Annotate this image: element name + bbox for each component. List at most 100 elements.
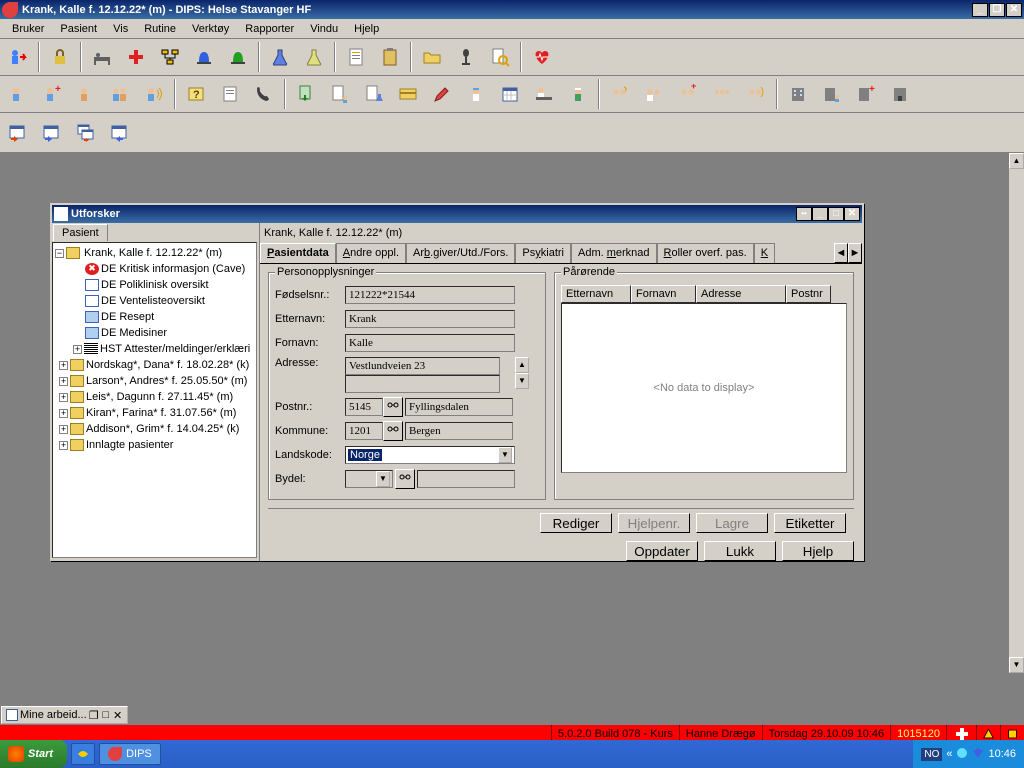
col-fornavn[interactable]: Fornavn: [631, 285, 696, 303]
tree-item[interactable]: DE Kritisk informasjon (Cave): [101, 263, 245, 275]
lukk-button[interactable]: Lukk: [704, 541, 776, 561]
field-kommune[interactable]: [405, 422, 513, 440]
tool-search-doc-icon[interactable]: [484, 41, 516, 73]
tool-patient-sound-icon[interactable]: [138, 78, 170, 110]
chevron-down-icon[interactable]: ▼: [498, 447, 512, 463]
tool-building-2-icon[interactable]: [884, 78, 916, 110]
field-bydel[interactable]: [417, 470, 515, 488]
tool-patient-add-icon[interactable]: +: [36, 78, 68, 110]
scroll-up-icon[interactable]: ▲: [1009, 153, 1024, 169]
tree-item[interactable]: DE Resept: [101, 311, 154, 323]
tool-patient-group-icon[interactable]: [104, 78, 136, 110]
field-landskode[interactable]: Norge▼: [345, 446, 515, 464]
tool-group-talk-1-icon[interactable]: [604, 78, 636, 110]
min-max-icon[interactable]: □: [101, 709, 111, 721]
tree-item[interactable]: DE Ventelisteoversikt: [101, 295, 205, 307]
field-fornavn[interactable]: [345, 334, 515, 352]
rediger-button[interactable]: Rediger: [540, 513, 612, 533]
field-poststed[interactable]: [405, 398, 513, 416]
close-button[interactable]: ✕: [1006, 3, 1022, 17]
explorer-maximize-button[interactable]: □: [828, 207, 844, 221]
menu-pasient[interactable]: Pasient: [52, 21, 105, 37]
minimized-window[interactable]: Mine arbeid... ❐ □ ✕: [1, 706, 128, 724]
col-postnr[interactable]: Postnr: [786, 285, 831, 303]
tool-pen-icon[interactable]: [426, 78, 458, 110]
tool-form-flask-icon[interactable]: [358, 78, 390, 110]
tool-nurse-bed-icon[interactable]: [528, 78, 560, 110]
tool-card-icon[interactable]: [392, 78, 424, 110]
taskbar-app-dips[interactable]: DIPS: [99, 743, 161, 765]
tab-andre-oppl[interactable]: Andre oppl.: [336, 243, 406, 263]
workspace-scrollbar[interactable]: ▲ ▼: [1008, 153, 1024, 673]
tabs-scroll-left[interactable]: ◄: [834, 243, 848, 263]
tree-item[interactable]: DE Poliklinisk oversikt: [101, 279, 209, 291]
menu-bruker[interactable]: Bruker: [4, 21, 52, 37]
minimize-button[interactable]: _: [972, 3, 988, 17]
tab-psykiatri[interactable]: Psykiatri: [515, 243, 571, 263]
tool-windows-cascade-icon[interactable]: [70, 117, 102, 149]
scroll-down-icon[interactable]: ▼: [1009, 657, 1024, 673]
tool-phone-icon[interactable]: [248, 78, 280, 110]
menu-verktoy[interactable]: Verktøy: [184, 21, 237, 37]
tray-icon-1[interactable]: «: [946, 748, 952, 760]
menu-hjelp[interactable]: Hjelp: [346, 21, 387, 37]
menu-rapporter[interactable]: Rapporter: [237, 21, 302, 37]
menu-vindu[interactable]: Vindu: [302, 21, 346, 37]
lookup-postnr-button[interactable]: [383, 397, 403, 417]
tool-window-right-icon[interactable]: [104, 117, 136, 149]
tree-item[interactable]: Nordskag*, Dana* f. 18.02.28* (k): [86, 359, 249, 371]
tab-roller[interactable]: Roller overf. pas.: [657, 243, 754, 263]
lookup-bydel-button[interactable]: [395, 469, 415, 489]
adresse-scroll-up[interactable]: ▲: [515, 357, 529, 373]
tool-patient-2-icon[interactable]: [70, 78, 102, 110]
tab-pasientdata[interactable]: Pasientdata: [260, 243, 336, 263]
tree-expand-icon[interactable]: +: [59, 361, 68, 370]
start-button[interactable]: Start: [0, 740, 67, 768]
tool-green-alarm-icon[interactable]: [222, 41, 254, 73]
tool-cross-icon[interactable]: [120, 41, 152, 73]
field-etternavn[interactable]: [345, 310, 515, 328]
field-adresse[interactable]: [345, 357, 500, 375]
oppdater-button[interactable]: Oppdater: [626, 541, 698, 561]
min-restore-icon[interactable]: ❐: [89, 709, 99, 722]
tool-lock-icon[interactable]: [44, 41, 76, 73]
left-tab-pasient[interactable]: Pasient: [53, 224, 108, 241]
tray-icon-3[interactable]: [972, 747, 984, 762]
explorer-minimize-button[interactable]: _: [812, 207, 828, 221]
tool-heart-icon[interactable]: [526, 41, 558, 73]
tool-window-left2-icon[interactable]: [36, 117, 68, 149]
tool-group-talk-2-icon[interactable]: [638, 78, 670, 110]
tool-microphone-icon[interactable]: [450, 41, 482, 73]
tree-item[interactable]: Innlagte pasienter: [86, 439, 173, 451]
taskbar-ie[interactable]: [71, 743, 95, 765]
tool-nurse-green-icon[interactable]: [562, 78, 594, 110]
min-close-icon[interactable]: ✕: [113, 709, 123, 722]
field-adresse-2[interactable]: [345, 375, 500, 393]
maximize-button[interactable]: ❐: [989, 3, 1005, 17]
tree-expand-icon[interactable]: +: [59, 425, 68, 434]
explorer-extra-button[interactable]: ••: [796, 207, 812, 221]
tree-item[interactable]: Larson*, Andres* f. 25.05.50* (m): [86, 375, 247, 387]
tool-group-3-icon[interactable]: [706, 78, 738, 110]
lookup-kommune-button[interactable]: [383, 421, 403, 441]
tree-item[interactable]: DE Medisiner: [101, 327, 167, 339]
tabs-scroll-right[interactable]: ►: [848, 243, 862, 263]
tool-calendar-icon[interactable]: [494, 78, 526, 110]
tree-item[interactable]: Kiran*, Farina* f. 31.07.56* (m): [86, 407, 236, 419]
field-fodselsnr[interactable]: [345, 286, 515, 304]
lagre-button[interactable]: Lagre: [696, 513, 768, 533]
tree-expand-icon[interactable]: +: [59, 409, 68, 418]
patient-tree[interactable]: −Krank, Kalle f. 12.12.22* (m) ✖DE Kriti…: [52, 242, 257, 558]
tool-window-left-icon[interactable]: [2, 117, 34, 149]
col-etternavn[interactable]: Etternavn: [561, 285, 631, 303]
menu-rutine[interactable]: Rutine: [136, 21, 184, 37]
tray-icon-2[interactable]: [956, 747, 968, 762]
tool-building-1-icon[interactable]: [782, 78, 814, 110]
tree-item[interactable]: Leis*, Dagunn f. 27.11.45* (m): [86, 391, 233, 403]
menu-vis[interactable]: Vis: [105, 21, 136, 37]
tree-item[interactable]: HST Attester/meldinger/erklæri: [100, 343, 250, 355]
tab-adm-merknad[interactable]: Adm. merknad: [571, 243, 657, 263]
adresse-scroll-down[interactable]: ▼: [515, 373, 529, 389]
tree-item[interactable]: Addison*, Grim* f. 14.04.25* (k): [86, 423, 239, 435]
hjelpenr-button[interactable]: Hjelpenr.: [618, 513, 690, 533]
